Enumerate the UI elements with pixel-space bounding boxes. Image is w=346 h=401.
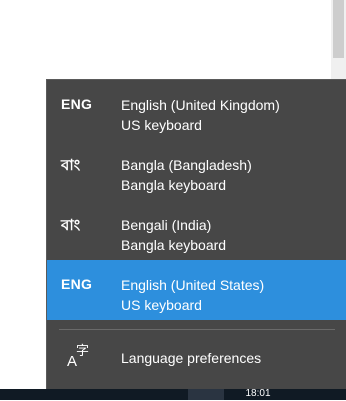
taskbar-clock[interactable]: 18:01 — [228, 387, 288, 401]
language-item-bangla-bangladesh[interactable]: বাং Bangla (Bangladesh) Bangla keyboard — [47, 140, 346, 200]
language-abbreviation: বাং — [61, 157, 81, 174]
taskbar: 18:01 — [0, 387, 346, 401]
input-language-flyout: ENG English (United Kingdom) US keyboard… — [46, 79, 346, 389]
language-abbreviation: ENG — [61, 276, 93, 292]
keyboard-layout: Bangla keyboard — [121, 237, 227, 253]
language-name: English (United States) — [121, 277, 265, 293]
language-name: Bengali (India) — [121, 217, 212, 233]
keyboard-layout: US keyboard — [121, 117, 202, 133]
language-name: English (United Kingdom) — [121, 97, 280, 113]
taskbar-input-indicator[interactable] — [188, 389, 224, 400]
keyboard-layout: US keyboard — [121, 297, 202, 313]
scrollbar-thumb[interactable] — [333, 0, 344, 58]
language-preferences-label: Language preferences — [121, 350, 262, 366]
language-name: Bangla (Bangladesh) — [121, 157, 252, 173]
language-settings-icon: A 字 — [67, 343, 90, 370]
language-preferences-link[interactable]: A 字 Language preferences — [47, 330, 346, 389]
language-item-english-uk[interactable]: ENG English (United Kingdom) US keyboard — [47, 80, 346, 140]
language-abbreviation: ENG — [61, 96, 93, 112]
keyboard-layout: Bangla keyboard — [121, 177, 227, 193]
language-item-bengali-india[interactable]: বাং Bengali (India) Bangla keyboard — [47, 200, 346, 260]
language-abbreviation: বাং — [61, 217, 81, 234]
language-item-english-us[interactable]: ENG English (United States) US keyboard — [47, 260, 346, 320]
